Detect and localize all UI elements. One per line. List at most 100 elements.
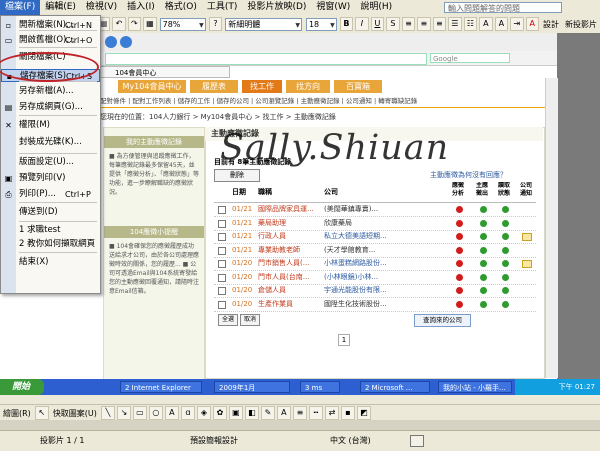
- tab-direction[interactable]: 找方向: [286, 80, 330, 93]
- browser-tab[interactable]: 104會員中心: [100, 66, 230, 78]
- cancel-button[interactable]: 取消: [240, 314, 260, 326]
- menu-window[interactable]: 視窗(W): [311, 0, 355, 15]
- italic-button[interactable]: I: [355, 17, 369, 31]
- row-checkbox[interactable]: [218, 260, 226, 268]
- row-checkbox[interactable]: [218, 233, 226, 241]
- table-row[interactable]: 01/21 國際品牌家具運... (美闊華鎮專賣)...: [214, 203, 536, 217]
- analysis-icon[interactable]: [456, 219, 463, 227]
- tab-my104[interactable]: My104會員中心: [118, 80, 186, 93]
- bullets-icon[interactable]: ☷: [463, 17, 478, 31]
- diagram-icon[interactable]: ◈: [196, 406, 211, 420]
- row-checkbox[interactable]: [218, 219, 226, 228]
- row-company[interactable]: 小林蛋糕網路股份...: [324, 257, 446, 270]
- row-company[interactable]: (小林眼鏡)小林...: [324, 271, 446, 284]
- sub-nav[interactable]: 配對條件 | 配對工作列表 | 儲存的工作 | 儲存的公司 | 公司瀏覽記錄 |…: [100, 96, 545, 108]
- menu-help[interactable]: 說明(H): [355, 0, 397, 15]
- task-ms[interactable]: 3 ms: [300, 381, 340, 393]
- clipart-icon[interactable]: ✿: [212, 406, 227, 420]
- underline-button[interactable]: U: [370, 17, 385, 31]
- tab-resume[interactable]: 履歷表: [190, 80, 238, 93]
- file-menu-permission[interactable]: ✕ 權限(M): [1, 119, 100, 132]
- row-company[interactable]: 國陞生化技術股份...: [324, 298, 446, 311]
- row-job-title[interactable]: 門市人員(台南...: [258, 271, 320, 284]
- wordart-icon[interactable]: ɑ: [180, 406, 195, 420]
- chart-icon[interactable]: ▦: [143, 17, 157, 31]
- undo-icon[interactable]: ↶: [112, 17, 126, 31]
- page-number[interactable]: 1: [338, 334, 350, 346]
- row-checkbox[interactable]: [218, 273, 226, 282]
- menu-edit[interactable]: 編輯(E): [40, 0, 81, 15]
- row-job-title[interactable]: 藥局助理: [258, 217, 320, 230]
- file-menu-package-cd[interactable]: 封裝成光碟(K)...: [1, 136, 100, 149]
- table-row[interactable]: 01/20 倉儲人員 宇通光能股份有限...: [214, 284, 536, 298]
- select-pointer-icon[interactable]: ↖: [34, 406, 49, 420]
- row-checkbox[interactable]: [218, 300, 226, 309]
- analysis-icon[interactable]: [456, 246, 463, 254]
- feedback-link[interactable]: 主動應徵為何沒有回應？: [430, 170, 507, 180]
- row-checkbox[interactable]: [218, 206, 226, 214]
- zoom-select[interactable]: 78%: [159, 17, 206, 31]
- design-button[interactable]: 設計: [543, 19, 559, 30]
- tab-find-job[interactable]: 找工作: [242, 80, 282, 93]
- task-ie[interactable]: 2 Internet Explorer: [120, 381, 202, 393]
- select-all-button[interactable]: 全選: [218, 314, 238, 326]
- analysis-icon[interactable]: [456, 206, 463, 213]
- align-left-icon[interactable]: ≡: [401, 17, 416, 31]
- row-company[interactable]: 私立大德美語短期...: [324, 230, 446, 243]
- file-menu-print[interactable]: ⎙ 列印(P)... Ctrl+P: [1, 188, 100, 201]
- task-office[interactable]: 2 Microsoft ...: [360, 381, 430, 393]
- font-color-draw-icon[interactable]: A: [276, 406, 291, 420]
- align-right-icon[interactable]: ≡: [432, 17, 447, 31]
- url-input[interactable]: [105, 53, 427, 65]
- arrow-style-icon[interactable]: ⇄: [324, 406, 339, 420]
- picture-icon[interactable]: ▣: [228, 406, 243, 420]
- numbering-icon[interactable]: ☰: [448, 17, 462, 31]
- menu-slideshow[interactable]: 投影片放映(D): [242, 0, 311, 15]
- dash-style-icon[interactable]: ┅: [308, 406, 323, 420]
- font-shrink-icon[interactable]: A: [494, 17, 509, 31]
- align-center-icon[interactable]: ≡: [417, 17, 431, 31]
- menu-format[interactable]: 格式(O): [160, 0, 202, 15]
- font-size-select[interactable]: 18: [305, 17, 337, 31]
- 3d-style-icon[interactable]: ◩: [356, 406, 371, 420]
- row-job-title[interactable]: 專業助教老師: [258, 244, 320, 257]
- table-row[interactable]: 01/20 門市銷售人員(... 小林蛋糕網路股份...: [214, 257, 536, 271]
- row-job-title[interactable]: 行政人員: [258, 230, 320, 243]
- file-menu-open[interactable]: ▭ 開啟舊檔(O)... Ctrl+O: [1, 34, 100, 47]
- row-company[interactable]: 宇通光能股份有限...: [324, 284, 446, 297]
- file-menu-recent-1[interactable]: 1 求職test: [1, 224, 100, 237]
- arrow-icon[interactable]: ↘: [116, 406, 131, 420]
- row-checkbox[interactable]: [218, 287, 226, 295]
- fill-color-icon[interactable]: ◧: [244, 406, 259, 420]
- browser-scrollbar[interactable]: [545, 78, 558, 378]
- row-company[interactable]: (美闊華鎮專賣)...: [324, 203, 446, 216]
- table-row[interactable]: 01/21 行政人員 私立大德美語短期...: [214, 230, 536, 244]
- menu-file[interactable]: 檔案(F): [0, 0, 41, 15]
- forward-icon[interactable]: [120, 36, 132, 48]
- row-job-title[interactable]: 國際品牌家具運...: [258, 203, 320, 216]
- browser-search-input[interactable]: Google: [430, 53, 510, 63]
- row-checkbox[interactable]: [218, 246, 226, 255]
- oval-icon[interactable]: ○: [148, 406, 163, 420]
- draw-menu[interactable]: 繪圖(R): [3, 408, 31, 419]
- file-menu-save-web[interactable]: ▤ 另存成網頁(G)...: [1, 101, 100, 114]
- line-style-icon[interactable]: ≡: [292, 406, 307, 420]
- redo-icon[interactable]: ↷: [127, 17, 142, 31]
- textbox-icon[interactable]: A: [164, 406, 179, 420]
- row-job-title[interactable]: 生產作業員: [258, 298, 320, 311]
- menu-insert[interactable]: 插入(I): [122, 0, 160, 15]
- table-row[interactable]: 01/21 藥局助理 欣康藥局: [214, 217, 536, 231]
- file-menu-exit[interactable]: 結束(X): [1, 256, 100, 269]
- delete-button[interactable]: 刪除: [214, 169, 260, 182]
- file-menu-send-to[interactable]: 傳送到(D): [1, 206, 100, 219]
- analysis-icon[interactable]: [456, 300, 463, 308]
- shadow-icon[interactable]: S: [386, 17, 400, 31]
- autoshape-menu[interactable]: 快取圖案(U): [53, 408, 97, 419]
- line-color-icon[interactable]: ✎: [260, 406, 275, 420]
- font-color-icon[interactable]: A: [525, 17, 540, 31]
- back-icon[interactable]: [105, 36, 117, 48]
- task-folder[interactable]: 2009年1月: [214, 381, 290, 393]
- font-select[interactable]: 新細明體: [225, 17, 302, 31]
- help-icon[interactable]: ?: [208, 17, 223, 31]
- line-icon[interactable]: ╲: [100, 406, 115, 420]
